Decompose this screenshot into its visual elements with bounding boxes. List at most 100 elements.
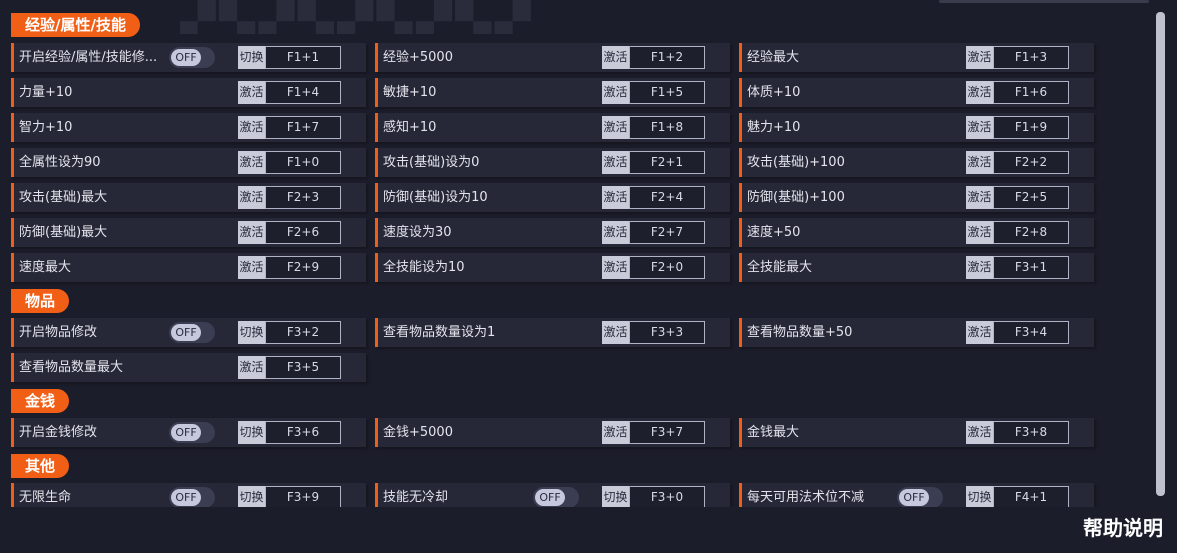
activate-button[interactable]: 激活 — [966, 421, 993, 444]
cheat-row: 每天可用法术位不减 OFF 切换 F4+1 — [739, 483, 1094, 507]
cheat-label: 攻击(基础)最大 — [19, 190, 108, 205]
hotkey-field[interactable]: F2+5 — [993, 186, 1069, 209]
hotkey-field[interactable]: F3+5 — [265, 356, 341, 379]
activate-button[interactable]: 激活 — [602, 421, 629, 444]
hotkey-field[interactable]: F2+8 — [993, 221, 1069, 244]
hotkey-field[interactable]: F3+4 — [993, 321, 1069, 344]
hotkey-field[interactable]: F3+9 — [265, 486, 341, 507]
activate-button[interactable]: 激活 — [966, 321, 993, 344]
hotkey-field[interactable]: F2+2 — [993, 151, 1069, 174]
scrollbar[interactable] — [1156, 12, 1165, 496]
toggle-button[interactable]: 切换 — [238, 321, 265, 344]
activate-button[interactable]: 激活 — [966, 46, 993, 69]
activate-button[interactable]: 激活 — [238, 256, 265, 279]
cheat-row: 查看物品数量设为1 激活 F3+3 — [375, 318, 730, 347]
toggle-button[interactable]: 切换 — [966, 486, 993, 507]
activate-button[interactable]: 激活 — [966, 151, 993, 174]
cheat-label: 攻击(基础)设为0 — [383, 155, 480, 170]
cheat-label: 技能无冷却 — [383, 490, 449, 505]
hotkey-field[interactable]: F1+7 — [265, 116, 341, 139]
toggle-switch[interactable]: OFF — [169, 322, 215, 343]
cheat-row: 速度设为30 激活 F2+7 — [375, 218, 730, 247]
cheat-label: 防御(基础)+100 — [747, 190, 845, 205]
hotkey-field[interactable]: F2+3 — [265, 186, 341, 209]
hotkey-field[interactable]: F2+4 — [629, 186, 705, 209]
cheat-row: 查看物品数量最大 激活 F3+5 — [11, 353, 366, 382]
activate-button[interactable]: 激活 — [602, 321, 629, 344]
cheat-label: 每天可用法术位不减 — [747, 490, 865, 505]
cheat-label: 经验+5000 — [383, 50, 453, 65]
cheat-label: 速度最大 — [19, 260, 72, 275]
cheat-label: 全属性设为90 — [19, 155, 101, 170]
cheat-list: 经验/属性/技能 开启经验/属性/技能修... OFF 切换 F1+1 经验+5000 激活… — [11, 0, 1151, 507]
activate-button[interactable]: 激活 — [602, 81, 629, 104]
activate-button[interactable]: 激活 — [602, 46, 629, 69]
toggle-state: OFF — [171, 424, 201, 441]
toggle-switch[interactable]: OFF — [169, 422, 215, 443]
hotkey-field[interactable]: F2+0 — [629, 256, 705, 279]
hotkey-field[interactable]: F1+0 — [265, 151, 341, 174]
cheat-row: 速度最大 激活 F2+9 — [11, 253, 366, 282]
activate-button[interactable]: 激活 — [966, 221, 993, 244]
cheat-row: 攻击(基础)设为0 激活 F2+1 — [375, 148, 730, 177]
toggle-switch[interactable]: OFF — [897, 487, 943, 507]
hotkey-field[interactable]: F3+2 — [265, 321, 341, 344]
hotkey-field[interactable]: F1+5 — [629, 81, 705, 104]
hotkey-field[interactable]: F3+8 — [993, 421, 1069, 444]
cheat-row: 魅力+10 激活 F1+9 — [739, 113, 1094, 142]
hotkey-field[interactable]: F1+3 — [993, 46, 1069, 69]
toggle-switch[interactable]: OFF — [533, 487, 579, 507]
activate-button[interactable]: 激活 — [238, 116, 265, 139]
hotkey-field[interactable]: F2+6 — [265, 221, 341, 244]
hotkey-field[interactable]: F2+1 — [629, 151, 705, 174]
hotkey-field[interactable]: F3+1 — [993, 256, 1069, 279]
cheat-row: 全技能设为10 激活 F2+0 — [375, 253, 730, 282]
activate-button[interactable]: 激活 — [602, 256, 629, 279]
hotkey-field[interactable]: F2+7 — [629, 221, 705, 244]
cheat-row: 敏捷+10 激活 F1+5 — [375, 78, 730, 107]
hotkey-field[interactable]: F3+0 — [629, 486, 705, 507]
cheat-label: 速度设为30 — [383, 225, 452, 240]
hotkey-field[interactable]: F4+1 — [993, 486, 1069, 507]
cheat-label: 魅力+10 — [747, 120, 801, 135]
activate-button[interactable]: 激活 — [602, 116, 629, 139]
activate-button[interactable]: 激活 — [966, 256, 993, 279]
cheat-label: 金钱+5000 — [383, 425, 453, 440]
cheat-row: 经验最大 激活 F1+3 — [739, 43, 1094, 72]
cheat-row: 技能无冷却 OFF 切换 F3+0 — [375, 483, 730, 507]
toggle-button[interactable]: 切换 — [602, 486, 629, 507]
hotkey-field[interactable]: F3+6 — [265, 421, 341, 444]
toggle-button[interactable]: 切换 — [238, 486, 265, 507]
activate-button[interactable]: 激活 — [602, 151, 629, 174]
cheat-row: 攻击(基础)最大 激活 F2+3 — [11, 183, 366, 212]
activate-button[interactable]: 激活 — [238, 151, 265, 174]
cheat-row: 体质+10 激活 F1+6 — [739, 78, 1094, 107]
hotkey-field[interactable]: F1+1 — [265, 46, 341, 69]
help-button[interactable]: 帮助说明 — [1083, 512, 1163, 541]
toggle-button[interactable]: 切换 — [238, 46, 265, 69]
hotkey-field[interactable]: F1+8 — [629, 116, 705, 139]
cheat-row: 金钱最大 激活 F3+8 — [739, 418, 1094, 447]
section-title: 经验/属性/技能 — [11, 13, 140, 37]
hotkey-field[interactable]: F2+9 — [265, 256, 341, 279]
activate-button[interactable]: 激活 — [238, 81, 265, 104]
cheat-row: 速度+50 激活 F2+8 — [739, 218, 1094, 247]
activate-button[interactable]: 激活 — [602, 221, 629, 244]
activate-button[interactable]: 激活 — [238, 221, 265, 244]
hotkey-field[interactable]: F1+2 — [629, 46, 705, 69]
activate-button[interactable]: 激活 — [966, 116, 993, 139]
activate-button[interactable]: 激活 — [966, 186, 993, 209]
hotkey-field[interactable]: F1+4 — [265, 81, 341, 104]
activate-button[interactable]: 激活 — [238, 186, 265, 209]
hotkey-field[interactable]: F3+7 — [629, 421, 705, 444]
toggle-button[interactable]: 切换 — [238, 421, 265, 444]
toggle-switch[interactable]: OFF — [169, 487, 215, 507]
activate-button[interactable]: 激活 — [238, 356, 265, 379]
hotkey-field[interactable]: F3+3 — [629, 321, 705, 344]
toggle-switch[interactable]: OFF — [169, 47, 215, 68]
activate-button[interactable]: 激活 — [602, 186, 629, 209]
hotkey-field[interactable]: F1+6 — [993, 81, 1069, 104]
activate-button[interactable]: 激活 — [966, 81, 993, 104]
hotkey-field[interactable]: F1+9 — [993, 116, 1069, 139]
cheat-label: 全技能最大 — [747, 260, 813, 275]
